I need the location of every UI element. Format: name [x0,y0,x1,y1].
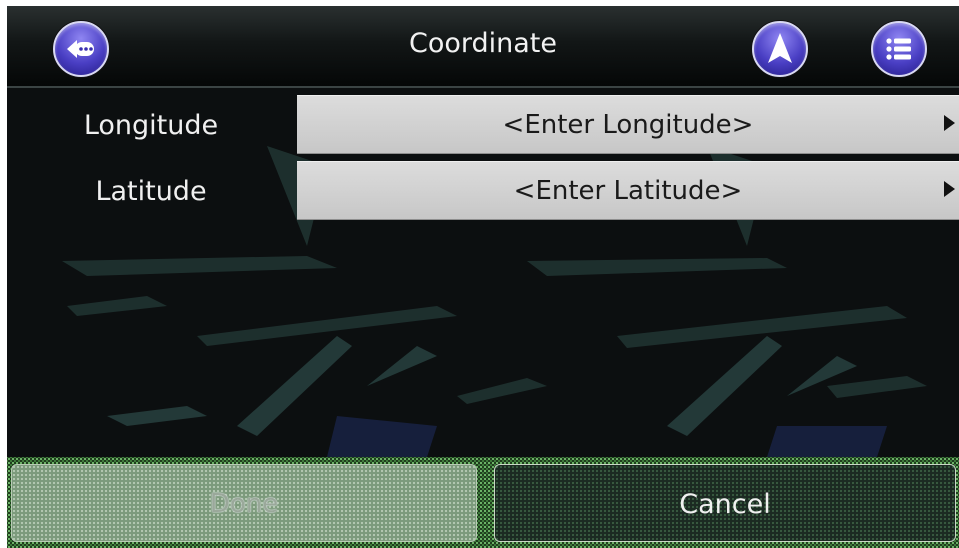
menu-button[interactable] [871,21,927,77]
chevron-right-icon [944,181,955,197]
navigate-button[interactable] [752,21,808,77]
title-bar: Coordinate [7,6,959,88]
navigation-arrow-icon [768,33,792,63]
latitude-field[interactable]: <Enter Latitude> [297,161,959,220]
chevron-right-icon [944,115,955,131]
list-menu-icon [886,38,911,60]
cancel-button-label: Cancel [679,489,771,520]
latitude-placeholder: <Enter Latitude> [513,176,743,206]
bottom-action-bar: Done Cancel [7,457,959,548]
page-title: Coordinate [408,28,557,59]
cancel-button[interactable]: Cancel [494,464,956,542]
longitude-label: Longitude [83,110,219,141]
coordinate-screen: Coordinate Longitude <Enter Longitude> L… [7,6,959,548]
done-button-label: Done [209,489,279,519]
latitude-label: Latitude [95,176,207,207]
longitude-field[interactable]: <Enter Longitude> [297,95,959,154]
longitude-placeholder: <Enter Longitude> [502,110,754,140]
done-button[interactable]: Done [11,464,477,542]
